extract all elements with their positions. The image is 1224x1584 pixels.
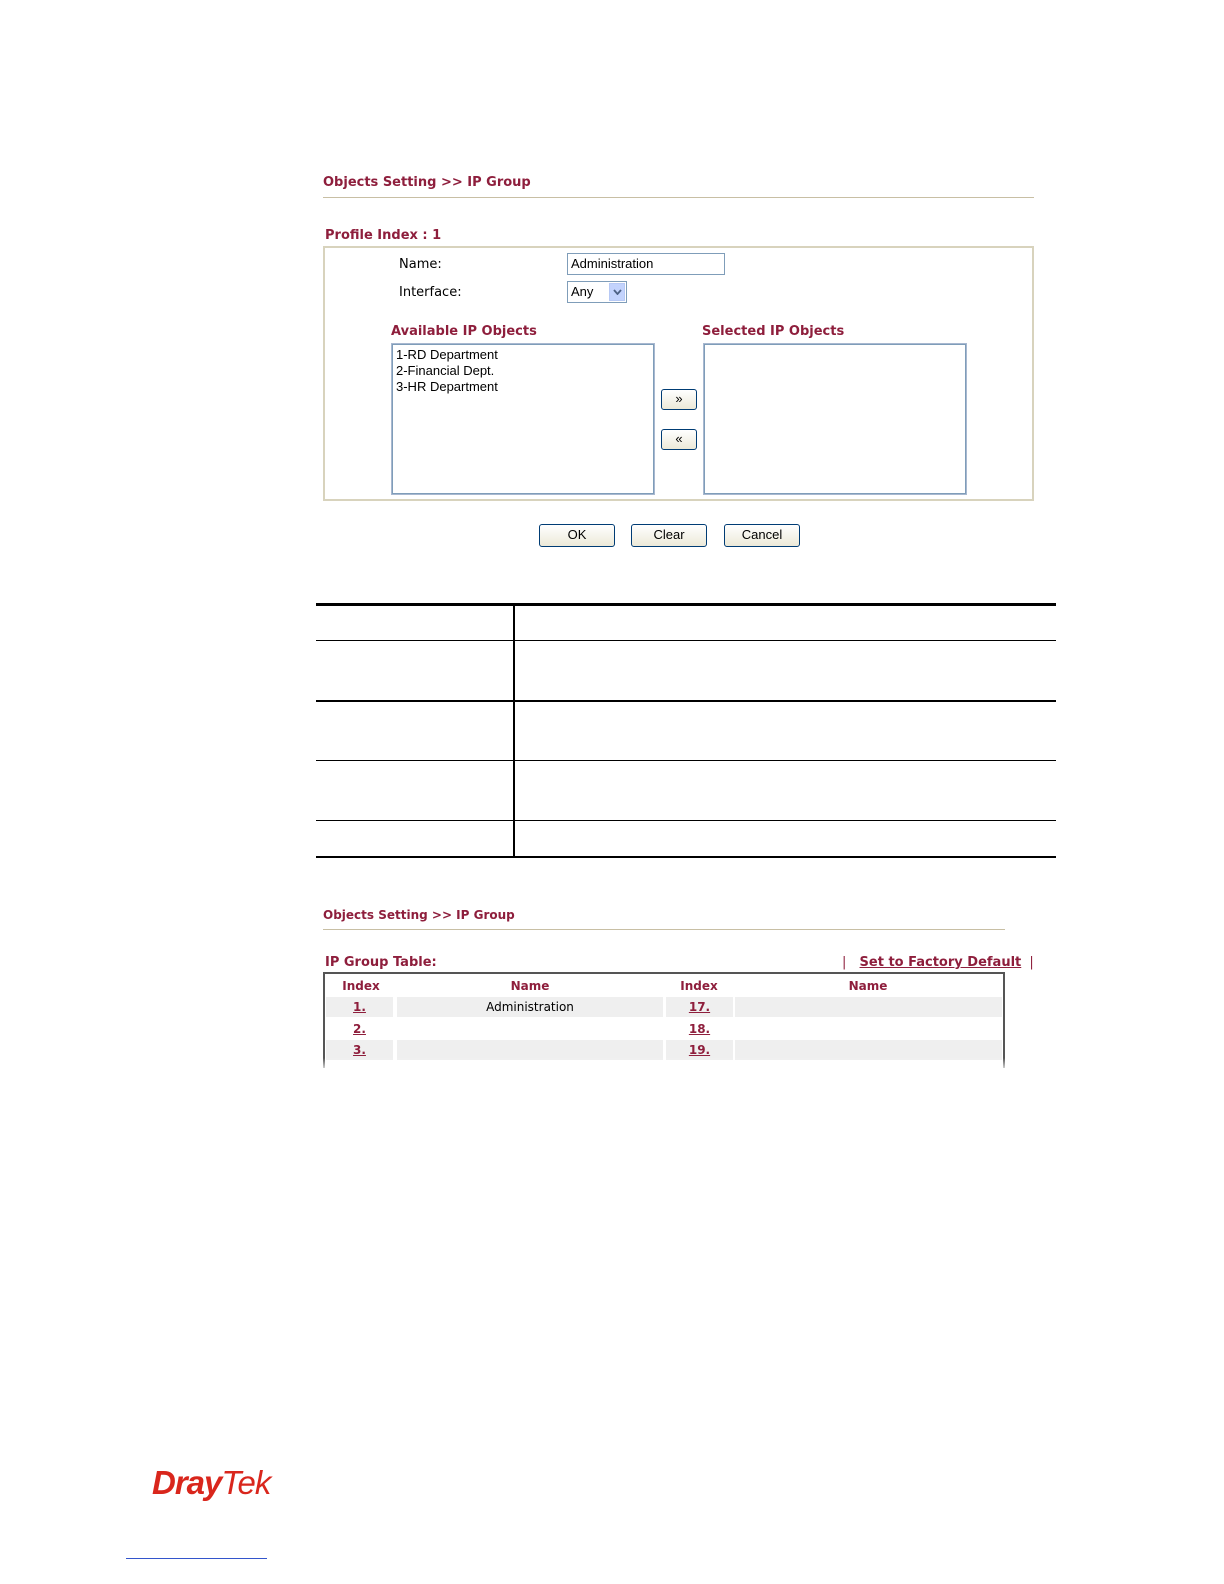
set-factory-default-link[interactable]: Set to Factory Default <box>860 955 1022 970</box>
list-item[interactable]: 2-Financial Dept. <box>396 363 650 379</box>
table-rule <box>316 700 1056 702</box>
draytek-logo: DrayTek <box>152 1464 271 1502</box>
name-cell <box>735 997 1002 1017</box>
header-index: Index <box>342 979 380 993</box>
separator: | <box>842 955 847 970</box>
table-row: 2. 18. <box>326 1019 1002 1039</box>
breadcrumb: Objects Setting >> IP Group <box>323 175 531 190</box>
footer-rule <box>126 1558 267 1559</box>
index-link[interactable]: 17. <box>689 1000 710 1014</box>
available-objects-list[interactable]: 1-RD Department 2-Financial Dept. 3-HR D… <box>391 343 655 495</box>
name-cell <box>735 1040 1002 1060</box>
separator: | <box>1029 955 1034 970</box>
logo-text: Dray <box>152 1464 222 1501</box>
table-title: IP Group Table: <box>325 955 437 970</box>
table-rule <box>316 760 1056 761</box>
screenshot-fade <box>320 1058 1010 1072</box>
cancel-button[interactable]: Cancel <box>724 524 800 547</box>
index-cell: 17. <box>666 997 733 1017</box>
factory-default-bar: | Set to Factory Default | <box>842 955 1034 970</box>
index-link[interactable]: 18. <box>689 1022 710 1036</box>
interface-label: Interface: <box>399 285 462 300</box>
table-rule <box>316 640 1056 641</box>
name-label: Name: <box>399 257 442 272</box>
name-cell <box>397 1019 663 1039</box>
name-cell <box>397 1040 663 1060</box>
header-name: Name <box>510 979 550 993</box>
name-cell <box>735 1019 1002 1039</box>
name-cell: Administration <box>397 997 663 1017</box>
interface-select-value: Any <box>571 284 594 299</box>
index-link[interactable]: 3. <box>353 1043 366 1057</box>
profile-index-title: Profile Index : 1 <box>325 228 442 243</box>
selected-objects-title: Selected IP Objects <box>702 324 845 339</box>
index-cell: 19. <box>666 1040 733 1060</box>
logo-text: Tek <box>221 1464 271 1501</box>
list-item[interactable]: 3-HR Department <box>396 379 650 395</box>
breadcrumb: Objects Setting >> IP Group <box>323 908 515 922</box>
table-rule <box>316 820 1056 821</box>
available-objects-title: Available IP Objects <box>391 324 537 339</box>
selected-objects-list[interactable] <box>703 343 967 495</box>
table-row: 1. Administration 17. <box>326 997 1002 1017</box>
index-cell: 18. <box>666 1019 733 1039</box>
clear-button[interactable]: Clear <box>631 524 707 547</box>
breadcrumb-divider <box>323 929 1005 930</box>
ok-button[interactable]: OK <box>539 524 615 547</box>
interface-select[interactable]: Any <box>567 281 627 303</box>
header-name: Name <box>848 979 888 993</box>
table-rule <box>316 856 1056 858</box>
name-input[interactable]: Administration <box>567 253 725 275</box>
breadcrumb-divider <box>323 197 1034 198</box>
table-column-divider <box>513 603 515 858</box>
index-cell: 3. <box>326 1040 393 1060</box>
index-link[interactable]: 1. <box>353 1000 366 1014</box>
index-link[interactable]: 19. <box>689 1043 710 1057</box>
remove-object-button[interactable]: « <box>661 429 697 450</box>
list-item[interactable]: 1-RD Department <box>396 347 650 363</box>
index-link[interactable]: 2. <box>353 1022 366 1036</box>
header-index: Index <box>680 979 718 993</box>
table-row: 3. 19. <box>326 1040 1002 1060</box>
add-object-button[interactable]: » <box>661 389 697 410</box>
index-cell: 2. <box>326 1019 393 1039</box>
table-header-row: Index Name Index Name <box>326 976 1002 996</box>
index-cell: 1. <box>326 997 393 1017</box>
chevron-down-icon[interactable] <box>609 283 625 301</box>
table-rule <box>316 603 1056 606</box>
